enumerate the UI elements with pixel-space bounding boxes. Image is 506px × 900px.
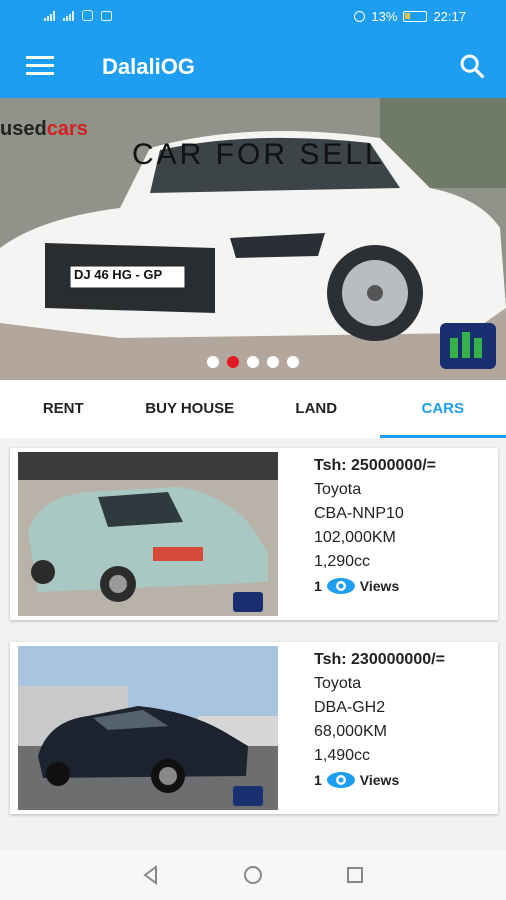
listing-model: CBA-NNP10 — [314, 505, 404, 522]
listing-mileage: 102,000KM — [314, 529, 396, 546]
home-icon[interactable] — [242, 864, 264, 886]
image-carousel[interactable]: usedcars CAR FOR SELL DJ 46 HG - GP — [0, 98, 506, 380]
alarm-icon — [354, 11, 366, 22]
recents-icon[interactable] — [344, 864, 366, 886]
listing-views: 1 Views — [314, 768, 445, 792]
listing-make: Toyota — [314, 481, 362, 498]
listing-card[interactable]: Tsh: 25000000/= Toyota CBA-NNP10 102,000… — [10, 448, 498, 620]
listing-make: Toyota — [314, 675, 362, 692]
listing-details: Tsh: 230000000/= Toyota DBA-GH2 68,000KM… — [314, 648, 445, 792]
listing-details: Tsh: 25000000/= Toyota CBA-NNP10 102,000… — [314, 454, 436, 598]
signal-icon — [63, 10, 74, 21]
tab-cars[interactable]: CARS — [379, 380, 506, 438]
app-title: DalaliOG — [102, 54, 195, 79]
instagram-icon — [82, 10, 93, 21]
battery-percent: 13% — [371, 9, 398, 24]
hamburger-menu-icon[interactable] — [26, 56, 54, 76]
views-label: Views — [359, 578, 400, 594]
system-navigation-bar — [0, 850, 506, 900]
search-icon[interactable] — [458, 52, 486, 80]
views-count: 1 — [314, 578, 322, 594]
category-tabs: RENT BUY HOUSE LAND CARS — [0, 380, 506, 438]
clock: 22:17 — [433, 9, 466, 24]
listing-image — [18, 452, 278, 616]
app-bar: DalaliOG — [0, 34, 506, 98]
listing-image — [18, 646, 278, 810]
views-count: 1 — [314, 772, 322, 788]
carousel-dot[interactable] — [267, 356, 279, 368]
tab-rent[interactable]: RENT — [0, 380, 127, 438]
carousel-dot[interactable] — [207, 356, 219, 368]
listing-model: DBA-GH2 — [314, 699, 386, 716]
eye-icon — [326, 772, 355, 788]
signal-icon — [44, 10, 55, 21]
listing-engine: 1,290cc — [314, 553, 371, 570]
status-bar: 13% 22:17 — [0, 0, 506, 34]
views-label: Views — [359, 772, 400, 788]
carousel-dot[interactable] — [247, 356, 259, 368]
carousel-dot-active[interactable] — [227, 356, 239, 368]
listing-engine: 1,490cc — [314, 747, 371, 764]
listing-price: Tsh: 230000000/= — [314, 651, 445, 668]
listing-mileage: 68,000KM — [314, 723, 387, 740]
tab-land[interactable]: LAND — [253, 380, 380, 438]
license-plate: DJ 46 HG - GP — [74, 267, 163, 282]
tab-buy-house[interactable]: BUY HOUSE — [127, 380, 254, 438]
back-icon[interactable] — [140, 864, 162, 886]
carousel-dot[interactable] — [287, 356, 299, 368]
eye-icon — [326, 578, 355, 594]
notification-icon — [101, 10, 112, 21]
listing-card[interactable]: Tsh: 230000000/= Toyota DBA-GH2 68,000KM… — [10, 642, 498, 814]
battery-icon — [403, 11, 428, 22]
usedcars-logo: usedcars — [0, 118, 88, 140]
status-right: 13% 22:17 — [354, 9, 466, 24]
banner-title: CAR FOR SELL — [132, 138, 385, 171]
listing-views: 1 Views — [314, 574, 436, 598]
listing-price: Tsh: 25000000/= — [314, 457, 437, 474]
carousel-indicator[interactable] — [0, 356, 506, 368]
signal-indicators — [44, 10, 112, 21]
